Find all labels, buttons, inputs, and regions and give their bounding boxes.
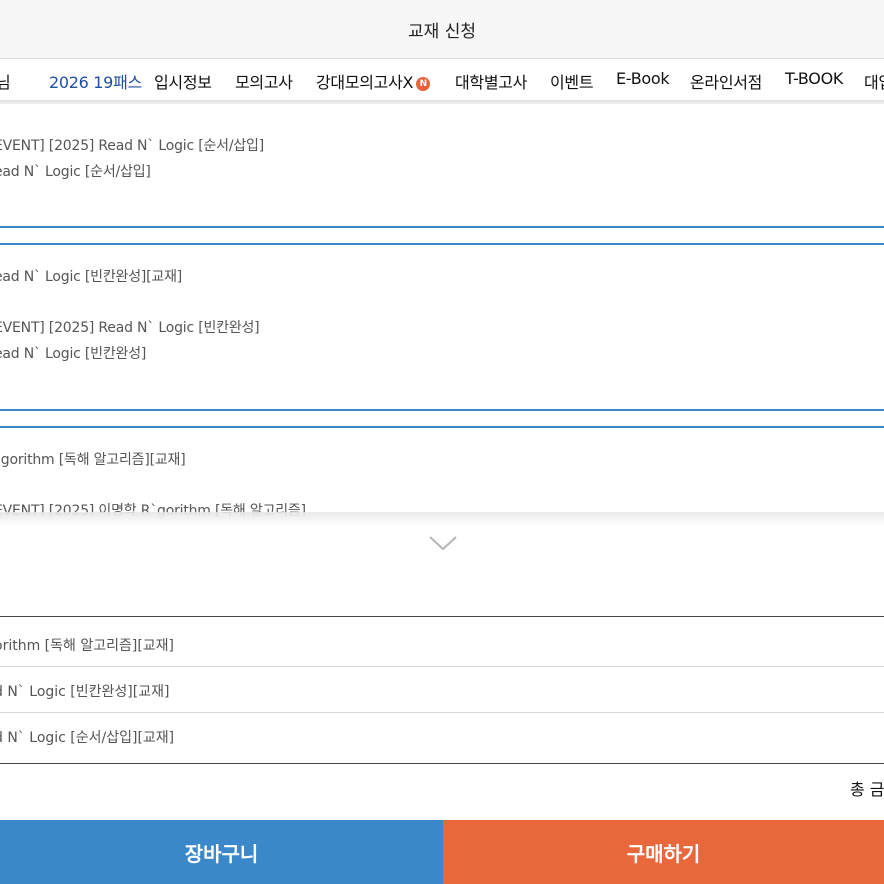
page-title: 교재 신청 (408, 21, 476, 42)
chevron-down-icon[interactable] (428, 534, 458, 556)
nav-item-event[interactable]: 이벤트 (550, 69, 594, 93)
card-option-line: EVENT] [2025] Read N` Logic [빈칸완성] (0, 320, 260, 336)
nav-item-admission-info[interactable]: 입시정보 (154, 69, 212, 93)
card-price: ! (0, 186, 1, 205)
list-fade (0, 512, 884, 526)
card-title: ead N` Logic [빈칸완성][교재] (0, 269, 183, 285)
nav-item-tbook[interactable]: T-BOOK (785, 69, 843, 88)
top-nav: 님 2026 19패스 입시정보 모의고사 강대모의고사X N 대학별고사 이벤트… (0, 59, 884, 101)
nav-item-online-store[interactable]: 온라인서점 (690, 69, 762, 93)
add-to-cart-button[interactable]: 장바구니 (0, 820, 443, 884)
card-option-line: ead N` Logic [빈칸완성] (0, 346, 147, 362)
divider (0, 616, 884, 617)
nav-item-kangdae-mock-label: 강대모의고사X (316, 73, 414, 92)
divider (0, 666, 884, 667)
selected-item: d N` Logic [빈칸완성][교재] (0, 684, 170, 700)
add-to-cart-label: 장바구니 (184, 841, 259, 866)
total-price-label: 총 금 (850, 780, 884, 799)
buy-now-label: 구매하기 (626, 841, 701, 866)
selected-item: orithm [독해 알고리즘][교재] (0, 638, 174, 654)
page-header: 교재 신청 (0, 0, 884, 59)
card-title: `gorithm [독해 알고리즘][교재] (0, 452, 186, 468)
nav-item-ebook[interactable]: E-Book (616, 69, 670, 88)
nav-item-mypage[interactable]: 님 (0, 69, 11, 93)
nav-item-kangdae-mock[interactable]: 강대모의고사X N (316, 69, 431, 93)
buy-now-button[interactable]: 구매하기 (443, 820, 884, 884)
new-badge-icon: N (416, 77, 431, 91)
nav-item-admission[interactable]: 대입 (864, 69, 884, 93)
divider (0, 763, 884, 764)
nav-item-mock-exam[interactable]: 모의고사 (235, 69, 293, 93)
card-option-line: ead N` Logic [순서/삽입] (0, 164, 151, 180)
selected-item: d N` Logic [순서/삽입][교재] (0, 730, 175, 746)
card-option-line: EVENT] [2025] Read N` Logic [순서/삽입] (0, 138, 264, 154)
nav-item-university-exam[interactable]: 대학별고사 (455, 69, 527, 93)
divider (0, 712, 884, 713)
nav-item-19pass[interactable]: 2026 19패스 (49, 69, 142, 93)
card-price: ! (0, 369, 1, 388)
